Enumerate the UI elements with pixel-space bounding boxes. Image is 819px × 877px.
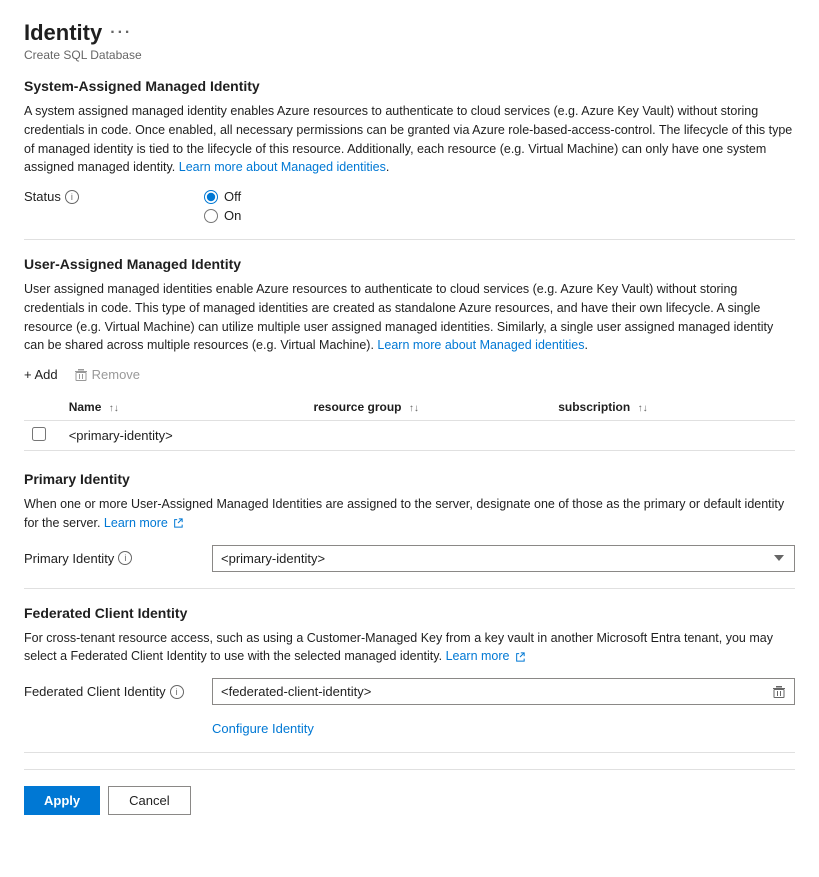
status-off-label: Off [224,189,241,204]
col-sub-header: subscription ↑↓ [550,394,795,421]
federated-client-delete-button[interactable] [764,680,794,704]
sort-rg-icon[interactable]: ↑↓ [409,403,419,414]
primary-identity-section: Primary Identity When one or more User-A… [24,471,795,572]
status-label: Status i [24,189,204,204]
divider-3 [24,752,795,753]
primary-identity-learn-more[interactable]: Learn more [104,516,183,530]
status-info-icon[interactable]: i [65,190,79,204]
federated-client-info-icon[interactable]: i [170,685,184,699]
user-assigned-learn-more[interactable]: Learn more about Managed identities [377,338,584,352]
title-ellipsis: ··· [110,24,132,42]
federated-client-field-label: Federated Client Identity i [24,684,204,699]
system-assigned-section: System-Assigned Managed Identity A syste… [24,78,795,223]
federated-client-section: Federated Client Identity For cross-tena… [24,605,795,737]
col-rg-header: resource group ↑↓ [305,394,550,421]
primary-identity-title: Primary Identity [24,471,795,487]
row-checkbox[interactable] [32,427,46,441]
configure-identity-link[interactable]: Configure Identity [212,721,314,736]
trash-icon [74,368,88,382]
cancel-button[interactable]: Cancel [108,786,190,815]
status-row: Status i Off On [24,189,795,223]
status-off-option[interactable]: Off [204,189,241,204]
user-assigned-table-container: Name ↑↓ resource group ↑↓ subscription ↑… [24,394,795,451]
primary-identity-info-icon[interactable]: i [118,551,132,565]
status-on-radio[interactable] [204,209,218,223]
row-rg-cell [305,421,550,451]
col-name-header: Name ↑↓ [61,394,306,421]
remove-button[interactable]: Remove [74,367,140,382]
primary-identity-select[interactable]: <primary-identity> [212,545,795,572]
primary-identity-field-label: Primary Identity i [24,551,204,566]
status-on-label: On [224,208,241,223]
sort-sub-icon[interactable]: ↑↓ [638,403,648,414]
federated-client-title: Federated Client Identity [24,605,795,621]
status-radio-group: Off On [204,189,241,223]
apply-button[interactable]: Apply [24,786,100,815]
system-assigned-description: A system assigned managed identity enabl… [24,102,795,177]
divider-1 [24,239,795,240]
status-off-radio[interactable] [204,190,218,204]
row-checkbox-cell[interactable] [24,421,61,451]
configure-link-row: Configure Identity [212,721,795,736]
page-subtitle: Create SQL Database [24,48,795,62]
add-button[interactable]: + Add [24,367,58,382]
user-assigned-table: Name ↑↓ resource group ↑↓ subscription ↑… [24,394,795,450]
user-assigned-section: User-Assigned Managed Identity User assi… [24,256,795,451]
table-row: <primary-identity> [24,421,795,451]
row-sub-cell [550,421,795,451]
status-on-option[interactable]: On [204,208,241,223]
row-name-cell: <primary-identity> [61,421,306,451]
system-assigned-learn-more[interactable]: Learn more about Managed identities [179,160,386,174]
primary-identity-field-row: Primary Identity i <primary-identity> [24,545,795,572]
primary-identity-description: When one or more User-Assigned Managed I… [24,495,795,533]
sort-name-icon[interactable]: ↑↓ [109,403,119,414]
federated-client-input[interactable] [213,679,764,704]
federated-external-link-icon [515,652,525,662]
user-assigned-description: User assigned managed identities enable … [24,280,795,355]
federated-client-input-wrapper [212,678,795,705]
page-title: Identity ··· [24,20,795,46]
user-assigned-title: User-Assigned Managed Identity [24,256,795,272]
add-remove-bar: + Add Remove [24,367,795,382]
bottom-bar: Apply Cancel [24,769,795,815]
federated-client-description: For cross-tenant resource access, such a… [24,629,795,667]
col-checkbox [24,394,61,421]
external-link-icon [173,518,183,528]
delete-icon [772,685,786,699]
federated-client-field-row: Federated Client Identity i [24,678,795,705]
system-assigned-title: System-Assigned Managed Identity [24,78,795,94]
divider-2 [24,588,795,589]
federated-client-learn-more[interactable]: Learn more [446,649,525,663]
